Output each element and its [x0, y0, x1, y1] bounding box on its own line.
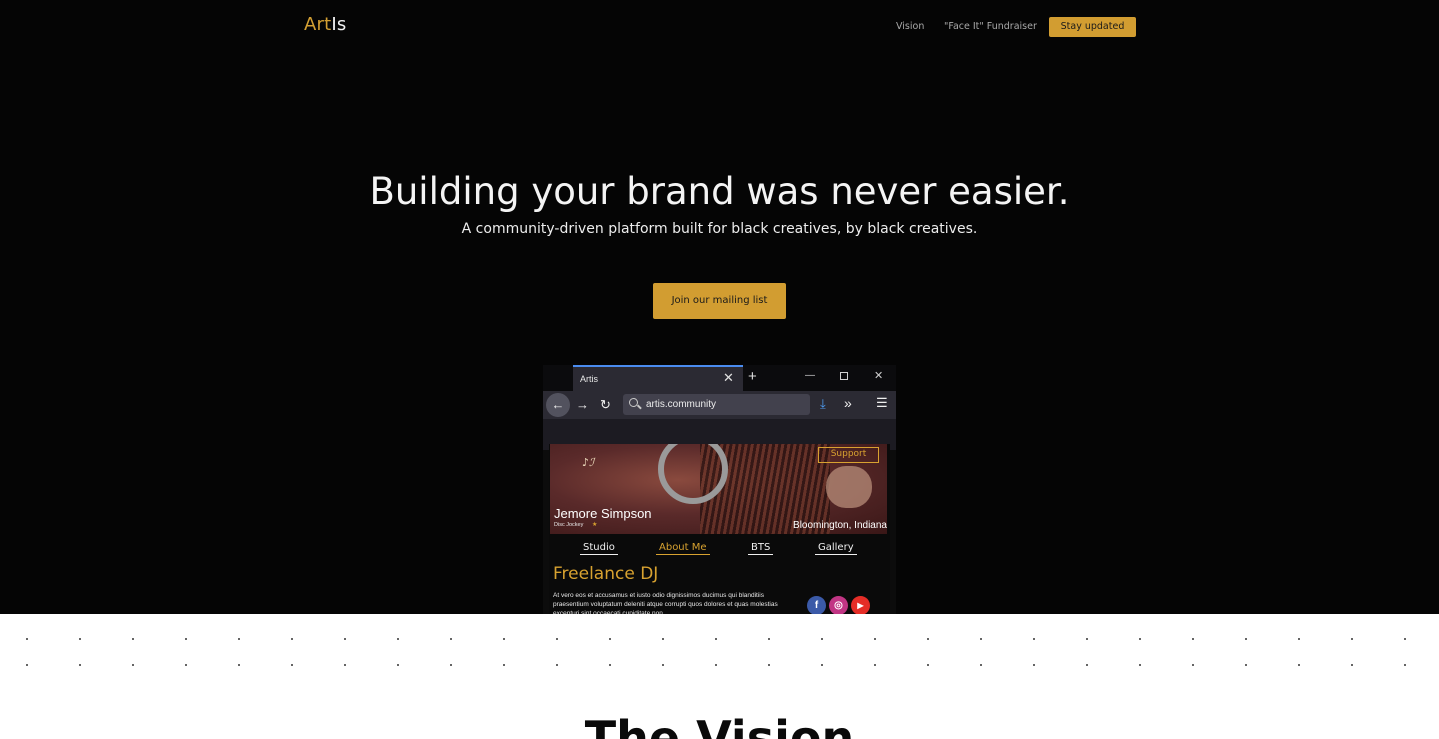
profile-title: Freelance DJ	[553, 564, 659, 584]
logo-text-is: Is	[331, 14, 347, 35]
browser-tab-strip: Artis ✕ + — ✕	[543, 365, 896, 391]
window-close-icon: ✕	[874, 370, 884, 382]
nav-link-fundraiser[interactable]: "Face It" Fundraiser	[944, 20, 1037, 34]
overflow-chevrons-icon: »	[844, 395, 852, 411]
address-bar: artis.community	[623, 394, 810, 415]
hamburger-menu-icon: ☰	[876, 395, 888, 410]
profile-page: ♪ℐ Support Jemore Simpson Disc Jockey ★ …	[549, 444, 890, 614]
support-button: Support	[818, 447, 879, 463]
stay-updated-button[interactable]: Stay updated	[1049, 17, 1136, 37]
site-logo[interactable]: ArtIs	[304, 14, 346, 36]
hero-headline: Building your brand was never easier.	[369, 170, 1070, 213]
browser-mockup-image: Artis ✕ + — ✕ ← → ↻ artis.community ⤓ » …	[543, 365, 896, 614]
facebook-icon: f	[807, 596, 826, 614]
profile-tab-bts: BTS	[748, 541, 774, 555]
profile-tab-about-me: About Me	[656, 541, 710, 555]
instagram-icon: ◎	[829, 596, 848, 614]
profile-banner: ♪ℐ Support Jemore Simpson Disc Jockey ★ …	[550, 444, 887, 534]
profile-role: Disc Jockey	[554, 522, 584, 528]
banner-photo-hand	[826, 466, 872, 508]
minimize-icon: —	[805, 370, 815, 381]
maximize-icon	[840, 372, 848, 380]
new-tab-icon: +	[748, 368, 757, 385]
profile-name: Jemore Simpson	[554, 506, 652, 521]
badge-icon: ★	[592, 522, 598, 528]
back-arrow-icon: ←	[546, 393, 570, 417]
profile-tab-gallery: Gallery	[815, 541, 857, 555]
search-icon	[629, 398, 638, 407]
hero-subheadline: A community-driven platform built for bl…	[461, 221, 978, 237]
reload-icon: ↻	[600, 397, 611, 412]
profile-location: Bloomington, Indiana	[793, 520, 887, 531]
browser-toolbar: ← → ↻ artis.community ⤓ » ☰	[543, 391, 896, 419]
download-icon: ⤓	[820, 396, 826, 411]
nav-link-vision[interactable]: Vision	[896, 20, 924, 34]
dj-logo-icon: ♪ℐ	[582, 456, 595, 469]
forward-arrow-icon: →	[576, 397, 589, 412]
close-tab-icon: ✕	[723, 370, 734, 385]
profile-tab-studio: Studio	[580, 541, 618, 555]
browser-tab-title: Artis	[580, 374, 598, 384]
profile-body-text: At vero eos et accusamus et iusto odio d…	[553, 592, 778, 614]
hero-section: ArtIs Vision "Face It" Fundraiser Stay u…	[0, 0, 1439, 614]
join-mailing-list-button[interactable]: Join our mailing list	[653, 283, 786, 319]
dotted-divider	[0, 634, 1439, 670]
logo-text-art: Art	[304, 14, 332, 35]
browser-tab: Artis ✕	[573, 365, 743, 391]
vision-heading: The Vision	[584, 711, 855, 739]
youtube-icon: ▶	[851, 596, 870, 614]
address-bar-url: artis.community	[646, 399, 717, 410]
